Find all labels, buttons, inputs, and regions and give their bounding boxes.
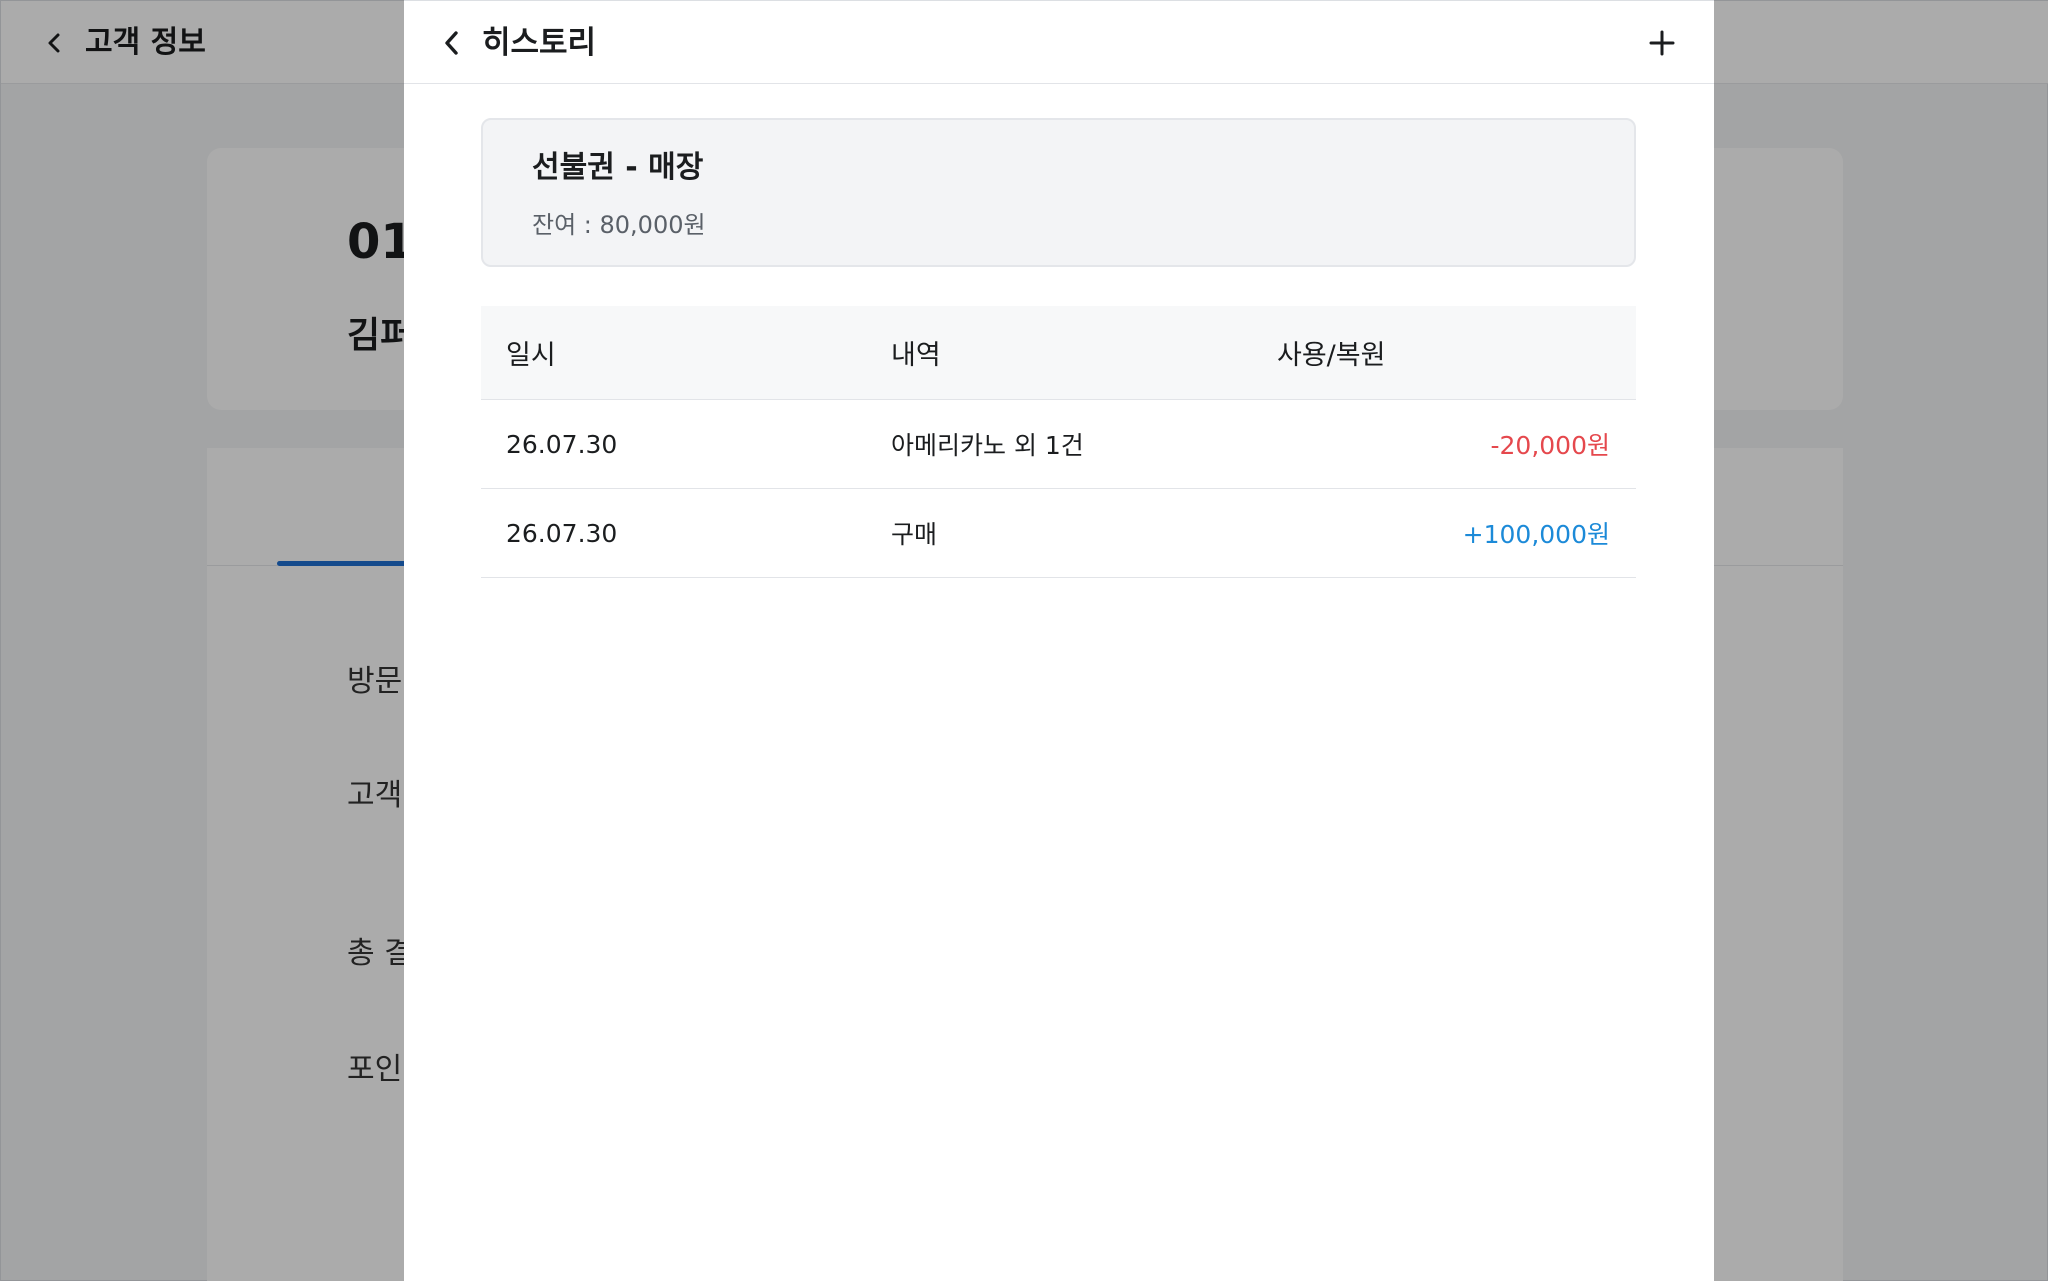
row-description: 구매: [891, 520, 938, 549]
row-date: 26.07.30: [506, 429, 618, 459]
header-description: 내역: [891, 340, 941, 371]
history-panel: 히스토리 선불권 - 매장 잔여 : 80,000원 일시 내역 사용/복원 2…: [404, 0, 1714, 1281]
history-header: 히스토리: [404, 1, 1714, 84]
table-row[interactable]: 26.07.30 아메리카노 외 1건 -20,000원: [481, 400, 1636, 489]
prepaid-summary-card: 선불권 - 매장 잔여 : 80,000원: [481, 118, 1636, 267]
row-amount: +100,000원: [1462, 520, 1610, 549]
row-description: 아메리카노 외 1건: [891, 431, 1084, 460]
prepaid-balance: 잔여 : 80,000원: [532, 211, 706, 239]
chevron-left-icon: [445, 31, 458, 55]
row-amount: -20,000원: [1490, 431, 1611, 460]
table-header: 일시 내역 사용/복원: [481, 306, 1636, 400]
table-row[interactable]: 26.07.30 구매 +100,000원: [481, 489, 1636, 578]
prepaid-title: 선불권 - 매장: [532, 150, 704, 185]
history-title: 히스토리: [482, 25, 597, 61]
header-date: 일시: [506, 340, 556, 371]
header-amount: 사용/복원: [1277, 340, 1386, 371]
plus-icon: [1649, 30, 1675, 56]
row-date: 26.07.30: [506, 518, 618, 548]
history-table: 일시 내역 사용/복원 26.07.30 아메리카노 외 1건 -20,000원…: [481, 306, 1636, 578]
history-back-button[interactable]: [432, 23, 472, 63]
add-history-button[interactable]: [1642, 23, 1682, 63]
